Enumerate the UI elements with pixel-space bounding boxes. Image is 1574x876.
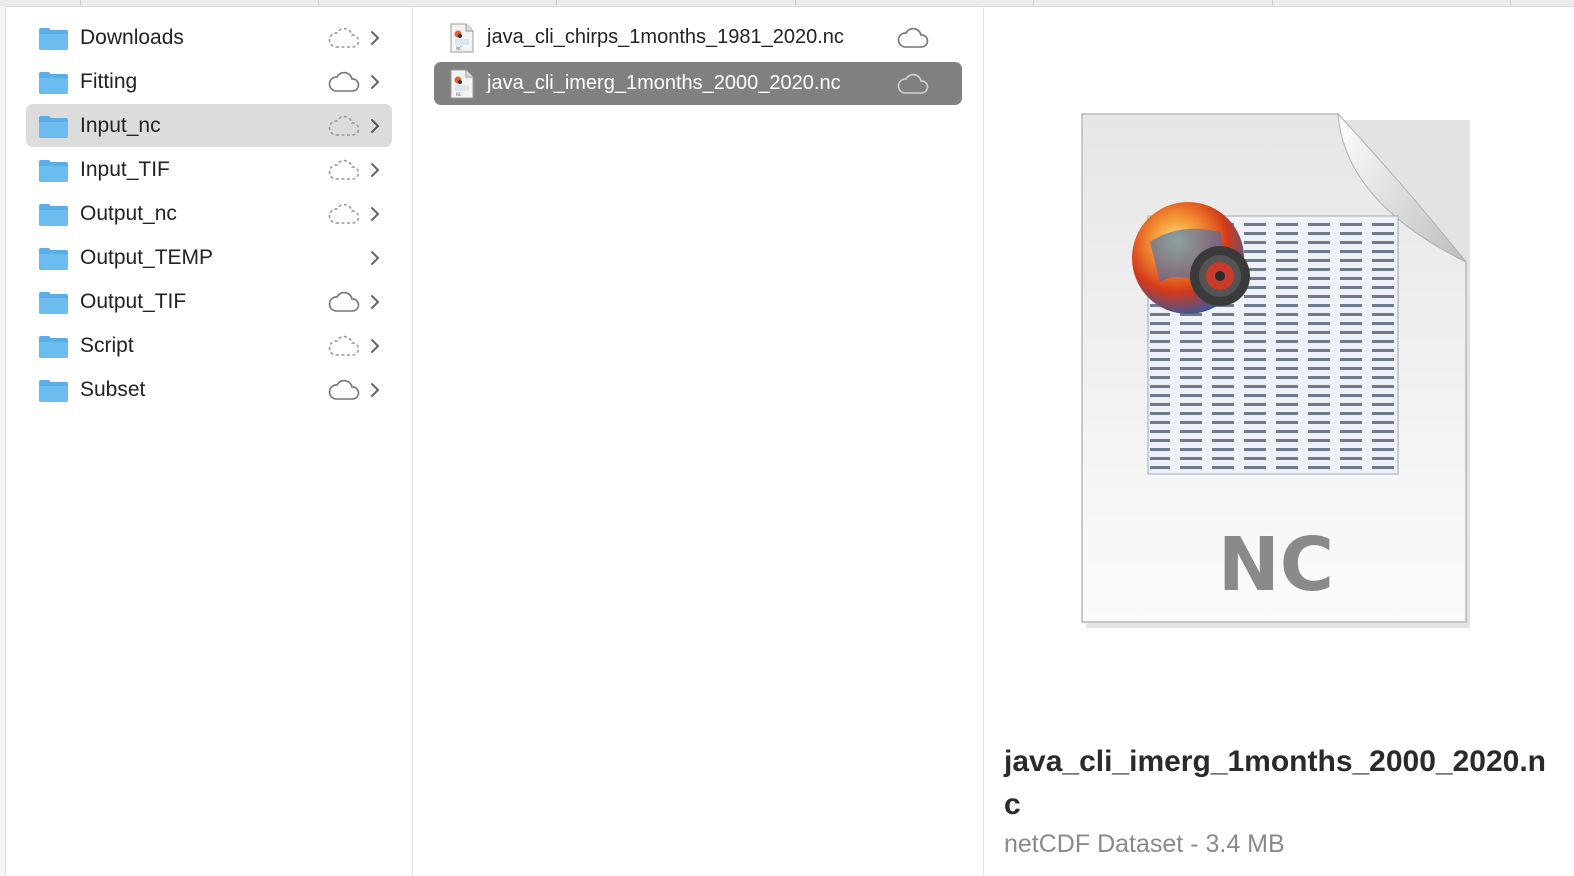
folder-column: Downloads Fitting Input_nc Input_TIF Out… xyxy=(6,6,412,876)
folder-label: Fitting xyxy=(80,69,138,93)
folder-label: Output_TIF xyxy=(80,289,187,313)
cloud-dashed-icon xyxy=(328,335,360,356)
folder-label: Output_TEMP xyxy=(80,245,214,269)
folder-label: Script xyxy=(80,333,134,357)
folder-row-input-nc[interactable]: Input_nc xyxy=(26,104,392,147)
chevron-right-icon xyxy=(371,339,380,353)
preview-size: 3.4 MB xyxy=(1205,830,1285,858)
cloud-icon xyxy=(328,291,360,312)
cloud-icon xyxy=(897,73,929,94)
file-label: java_cli_imerg_1months_2000_2020.nc xyxy=(487,72,841,94)
chevron-right-icon xyxy=(371,383,380,397)
chevron-right-icon xyxy=(371,75,380,89)
file-column: NC java_cli_chirps_1months_1981_2020.nc … xyxy=(413,6,982,876)
folder-icon xyxy=(39,336,68,358)
folder-label: Output_nc xyxy=(80,201,177,225)
folder-icon xyxy=(39,204,68,226)
folder-icon xyxy=(39,380,68,402)
file-label: java_cli_chirps_1months_1981_2020.nc xyxy=(487,26,844,48)
preview-metadata: netCDF Dataset - 3.4 MB xyxy=(1004,830,1285,859)
chevron-right-icon xyxy=(371,207,380,221)
folder-row-fitting[interactable]: Fitting xyxy=(26,60,392,103)
folder-row-output-nc[interactable]: Output_nc xyxy=(26,192,392,235)
cloud-dashed-icon xyxy=(328,27,360,48)
cloud-icon xyxy=(328,71,360,92)
folder-icon xyxy=(39,28,68,50)
chevron-right-icon xyxy=(371,295,380,309)
netcdf-file-icon: NC xyxy=(450,23,474,53)
chevron-right-icon xyxy=(371,163,380,177)
chevron-right-icon xyxy=(371,119,380,133)
folder-icon xyxy=(39,248,68,270)
chevron-right-icon xyxy=(371,251,380,265)
cloud-dashed-icon xyxy=(328,115,360,136)
preview-pane: NC java_cli_imerg_1months_2000_2020.nc n… xyxy=(984,6,1574,876)
folder-row-script[interactable]: Script xyxy=(26,324,392,367)
netcdf-document-icon: NC xyxy=(1081,112,1470,628)
folder-label: Subset xyxy=(80,377,146,401)
cloud-icon xyxy=(328,379,360,400)
preview-separator: - xyxy=(1190,830,1199,858)
preview-kind: netCDF Dataset xyxy=(1004,830,1184,858)
svg-text:NC: NC xyxy=(456,92,462,97)
file-row-selected[interactable]: NC java_cli_imerg_1months_2000_2020.nc xyxy=(434,62,962,105)
folder-label: Downloads xyxy=(80,25,184,49)
netcdf-file-icon: NC xyxy=(450,69,474,99)
folder-icon xyxy=(39,292,68,314)
cloud-dashed-icon xyxy=(328,203,360,224)
folder-label: Input_TIF xyxy=(80,157,170,181)
folder-icon xyxy=(39,116,68,138)
file-row[interactable]: NC java_cli_chirps_1months_1981_2020.nc xyxy=(434,16,962,59)
cloud-dashed-icon xyxy=(328,159,360,180)
folder-label: Input_nc xyxy=(80,113,161,137)
folder-row-input-tif[interactable]: Input_TIF xyxy=(26,148,392,191)
folder-row-output-tif[interactable]: Output_TIF xyxy=(26,280,392,323)
folder-icon xyxy=(39,160,68,182)
folder-row-output-temp[interactable]: Output_TEMP xyxy=(26,236,392,279)
preview-filename: java_cli_imerg_1months_2000_2020.nc xyxy=(1004,745,1547,821)
folder-icon xyxy=(39,72,68,94)
chevron-right-icon xyxy=(371,31,380,45)
folder-row-subset[interactable]: Subset xyxy=(26,368,392,411)
folder-row-downloads[interactable]: Downloads xyxy=(26,16,392,59)
cloud-icon xyxy=(897,27,929,48)
svg-text:NC: NC xyxy=(456,46,462,51)
doc-icon-label: NC xyxy=(1218,522,1334,608)
